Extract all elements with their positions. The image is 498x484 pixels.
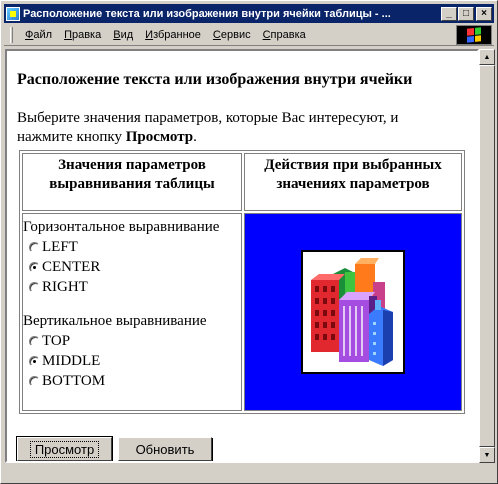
view-button[interactable]: Просмотр (16, 436, 113, 461)
vertical-scrollbar[interactable]: ▲ ▼ (479, 49, 495, 463)
radio-middle-button[interactable] (29, 355, 40, 367)
menu-favorites[interactable]: Избранное (139, 29, 207, 41)
radio-left-button[interactable] (29, 241, 40, 253)
menu-file[interactable]: Файл (19, 29, 58, 41)
radio-right-button[interactable] (29, 281, 40, 293)
menu-bar: Файл Правка Вид Избранное Сервис Справка (4, 24, 494, 46)
preview-image (301, 250, 405, 374)
ie-page-icon (6, 6, 20, 21)
browser-window: Расположение текста или изображения внут… (0, 0, 498, 484)
menu-tools[interactable]: Сервис (207, 29, 257, 41)
menu-view[interactable]: Вид (107, 29, 139, 41)
window-title: Расположение текста или изображения внут… (23, 7, 391, 20)
radio-middle[interactable]: MIDDLE (23, 351, 241, 371)
radio-right[interactable]: RIGHT (23, 277, 241, 297)
menu-help[interactable]: Справка (257, 29, 312, 41)
col1-header: Значения параметров выравнивания таблицы (22, 153, 242, 211)
page-viewport: Расположение текста или изображения внут… (5, 49, 479, 463)
page-heading: Расположение текста или изображения внут… (17, 71, 413, 88)
close-button[interactable]: × (476, 6, 492, 21)
radio-top[interactable]: TOP (23, 331, 241, 351)
minimize-button[interactable]: _ (441, 6, 457, 21)
scroll-up-icon[interactable]: ▲ (479, 49, 495, 65)
horizontal-label: Горизонтальное выравнивание (23, 219, 220, 235)
menu-edit[interactable]: Правка (58, 29, 107, 41)
button-row: Просмотр Обновить (16, 436, 212, 461)
radio-center[interactable]: CENTER (23, 257, 241, 277)
scroll-down-icon[interactable]: ▼ (479, 447, 495, 463)
intro-text: Выберите значения параметров, которые Ва… (17, 110, 399, 145)
vertical-label: Вертикальное выравнивание (23, 313, 207, 329)
title-bar[interactable]: Расположение текста или изображения внут… (4, 4, 494, 23)
radio-left[interactable]: LEFT (23, 237, 241, 257)
toolbar-grip[interactable] (10, 26, 13, 43)
scroll-thumb[interactable] (479, 65, 495, 447)
options-cell: Горизонтальное выравнивание LEFT CENTER … (22, 213, 242, 411)
windows-flag-icon (456, 25, 492, 45)
options-table: Значения параметров выравнивания таблицы… (19, 150, 465, 414)
col2-header: Действия при выбранных значениях парамет… (244, 153, 462, 211)
maximize-button[interactable]: □ (458, 6, 474, 21)
buildings-clipart-icon (311, 258, 393, 366)
radio-bottom[interactable]: BOTTOM (23, 371, 241, 391)
radio-bottom-button[interactable] (29, 375, 40, 387)
radio-center-button[interactable] (29, 261, 40, 273)
reset-button[interactable]: Обновить (118, 437, 212, 461)
radio-top-button[interactable] (29, 335, 40, 347)
preview-cell (244, 213, 462, 411)
status-bar (4, 464, 494, 482)
